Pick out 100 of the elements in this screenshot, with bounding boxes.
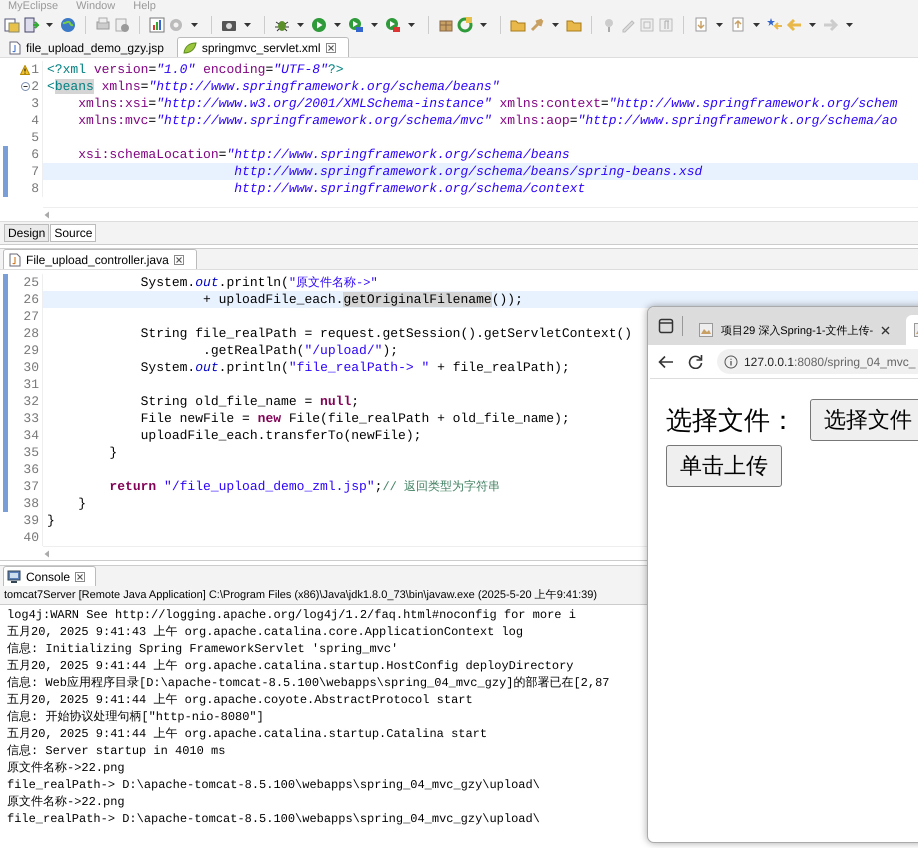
warning-icon: [20, 64, 30, 74]
caret-icon[interactable]: [408, 23, 415, 27]
picture-icon: [699, 323, 713, 337]
new-file-icon[interactable]: [4, 17, 20, 33]
run-icon[interactable]: [311, 17, 327, 33]
caret-icon[interactable]: [297, 23, 304, 27]
console-line: file_realPath-> D:\apache-tomcat-8.5.100\webapps\spring_04_mvc_gzy\upload\: [7, 811, 540, 828]
console-line: 五月20, 2025 9:41:43 上午 org.apache.catalina.core.ApplicationContext log: [7, 624, 524, 641]
info-icon[interactable]: [724, 354, 738, 368]
line-number: 8: [31, 180, 39, 197]
choose-file-button[interactable]: 选择文件: [810, 399, 918, 441]
code-line: String file_realPath = request.getSession().getServletContext(): [140, 325, 632, 342]
editor-tab[interactable]: springmvc_servlet.xml: [176, 37, 349, 57]
server-icon[interactable]: [23, 17, 39, 33]
tab-list-icon[interactable]: [658, 318, 674, 334]
line-number: 31: [23, 376, 39, 393]
caret-icon[interactable]: [716, 23, 723, 27]
close-icon[interactable]: [75, 572, 86, 582]
line-number: 25: [23, 274, 39, 291]
caret-icon[interactable]: [191, 23, 198, 27]
console-tab[interactable]: Console: [3, 566, 96, 586]
monitor-icon: [7, 570, 21, 583]
code-line: xsi:schemaLocation="http://www.springframework.org/schema/beans: [77, 146, 570, 163]
console-line: 五月20, 2025 9:41:44 上午 org.apache.catalina.startup.HostConfig deployDirectory: [7, 658, 574, 675]
caret-icon[interactable]: [244, 23, 251, 27]
code-line: }: [108, 444, 118, 461]
line-number: 40: [23, 529, 39, 546]
java-file-icon: [9, 252, 21, 266]
caret-icon[interactable]: [480, 23, 487, 27]
code-line: <beans xmlns="http://www.springframework.org/schema/beans": [46, 78, 500, 95]
line-number: 4: [31, 112, 39, 129]
line-number: 3: [31, 95, 39, 112]
caret-icon[interactable]: [334, 23, 341, 27]
view-tab[interactable]: Source: [50, 224, 96, 242]
code-line: System.out.println("file_realPath-> " + file_realPath);: [140, 359, 570, 376]
console-line: 信息: Web应用程序目录[D:\apache-tomcat-8.5.100\webapps\spring_04_mvc_gzy]的部署已在[2,87: [7, 675, 610, 692]
line-number: 37: [23, 478, 39, 495]
console-line: 原文件名称->22.png: [7, 794, 125, 811]
reload-icon[interactable]: [688, 354, 703, 369]
address-bar[interactable]: 127.0.0.1:8080/spring_04_mvc_: [717, 349, 918, 374]
line-number: 39: [23, 512, 39, 529]
run-config-icon[interactable]: [348, 17, 364, 33]
document-up-icon[interactable]: [730, 17, 746, 33]
caret-icon[interactable]: [809, 23, 816, 27]
view-tab[interactable]: Design: [4, 224, 50, 242]
code-line: xmlns:xsi="http://www.w3.org/2001/XMLSchema-instance" xmlns:context="http://www.springframework.org/schem: [77, 95, 898, 112]
line-number: 26: [23, 291, 39, 308]
code-line: String old_file_name = null;: [140, 393, 360, 410]
line-number: 7: [31, 163, 39, 180]
console-line: 五月20, 2025 9:41:44 上午 org.apache.catalina.startup.Catalina start: [7, 726, 488, 743]
code-line: xmlns:mvc="http://www.springframework.org/schema/mvc" xmlns:aop="http://www.springframework.org/schema/ao: [77, 112, 898, 129]
console-line: 信息: Server startup in 4010 ms: [7, 743, 226, 760]
console-line: 信息: 开始协议处理句柄["http-nio-8080"]: [7, 709, 264, 726]
upload-button[interactable]: 单击上传: [666, 445, 782, 487]
line-number: 32: [23, 393, 39, 410]
console-line: 原文件名称->22.png: [7, 760, 125, 777]
close-icon[interactable]: [174, 254, 184, 264]
code-line: uploadFile_each.transferTo(newFile);: [140, 427, 422, 444]
code-line: <?xml version="1.0" encoding="UTF-8"?>: [46, 61, 344, 78]
code-line: System.out.println("原文件名称->": [140, 274, 378, 291]
caret-icon[interactable]: [552, 23, 559, 27]
caret-icon[interactable]: [753, 23, 760, 27]
back-icon[interactable]: [658, 354, 674, 368]
file-label: 选择文件：: [666, 404, 796, 436]
line-number: 35: [23, 444, 39, 461]
code-line: http://www.springframework.org/schema/context: [233, 180, 586, 197]
code-line: }: [46, 512, 55, 529]
editor-tab[interactable]: file_upload_demo_gzy.jsp: [3, 37, 177, 57]
code-line: .getRealPath("/upload/");: [202, 342, 398, 359]
run-stop-icon[interactable]: [385, 17, 401, 33]
globe-icon[interactable]: [60, 17, 76, 33]
line-number: 30: [23, 359, 39, 376]
caret-icon[interactable]: [46, 23, 53, 27]
line-number: 5: [31, 129, 39, 146]
page-icon[interactable]: [114, 17, 130, 33]
caret-icon[interactable]: [846, 23, 853, 27]
document-down-icon[interactable]: [693, 17, 709, 33]
close-icon[interactable]: [881, 326, 890, 334]
line-number: 27: [23, 308, 39, 325]
chart-icon[interactable]: [149, 17, 165, 33]
console-line: 信息: Initializing Spring FrameworkServlet 'spring_mvc': [7, 641, 398, 658]
code-line: File newFile = new File(file_realPath + old_file_name);: [140, 410, 570, 427]
line-number: 34: [23, 427, 39, 444]
leaf-icon: [182, 42, 197, 54]
line-number: 2: [31, 78, 39, 95]
console-line: 五月20, 2025 9:41:44 上午 org.apache.coyote.AbstractProtocol start: [7, 692, 473, 709]
caret-icon[interactable]: [371, 23, 378, 27]
console-line: file_realPath-> D:\apache-tomcat-8.5.100\webapps\spring_04_mvc_gzy\upload\: [7, 777, 540, 794]
line-number: 1: [31, 61, 39, 78]
editor-tab[interactable]: File_upload_controller.java: [3, 249, 197, 269]
line-number: 29: [23, 342, 39, 359]
line-number: 28: [23, 325, 39, 342]
collapse-icon[interactable]: [20, 82, 30, 91]
refresh-icon[interactable]: [457, 17, 473, 33]
close-icon[interactable]: [326, 42, 336, 52]
line-number: 38: [23, 495, 39, 512]
code-line: return "/file_upload_demo_zml.jsp";// 返回类型为字符串: [108, 478, 500, 495]
line-number: 6: [31, 146, 39, 163]
file-icon: [9, 40, 21, 54]
code-line: }: [77, 495, 86, 512]
